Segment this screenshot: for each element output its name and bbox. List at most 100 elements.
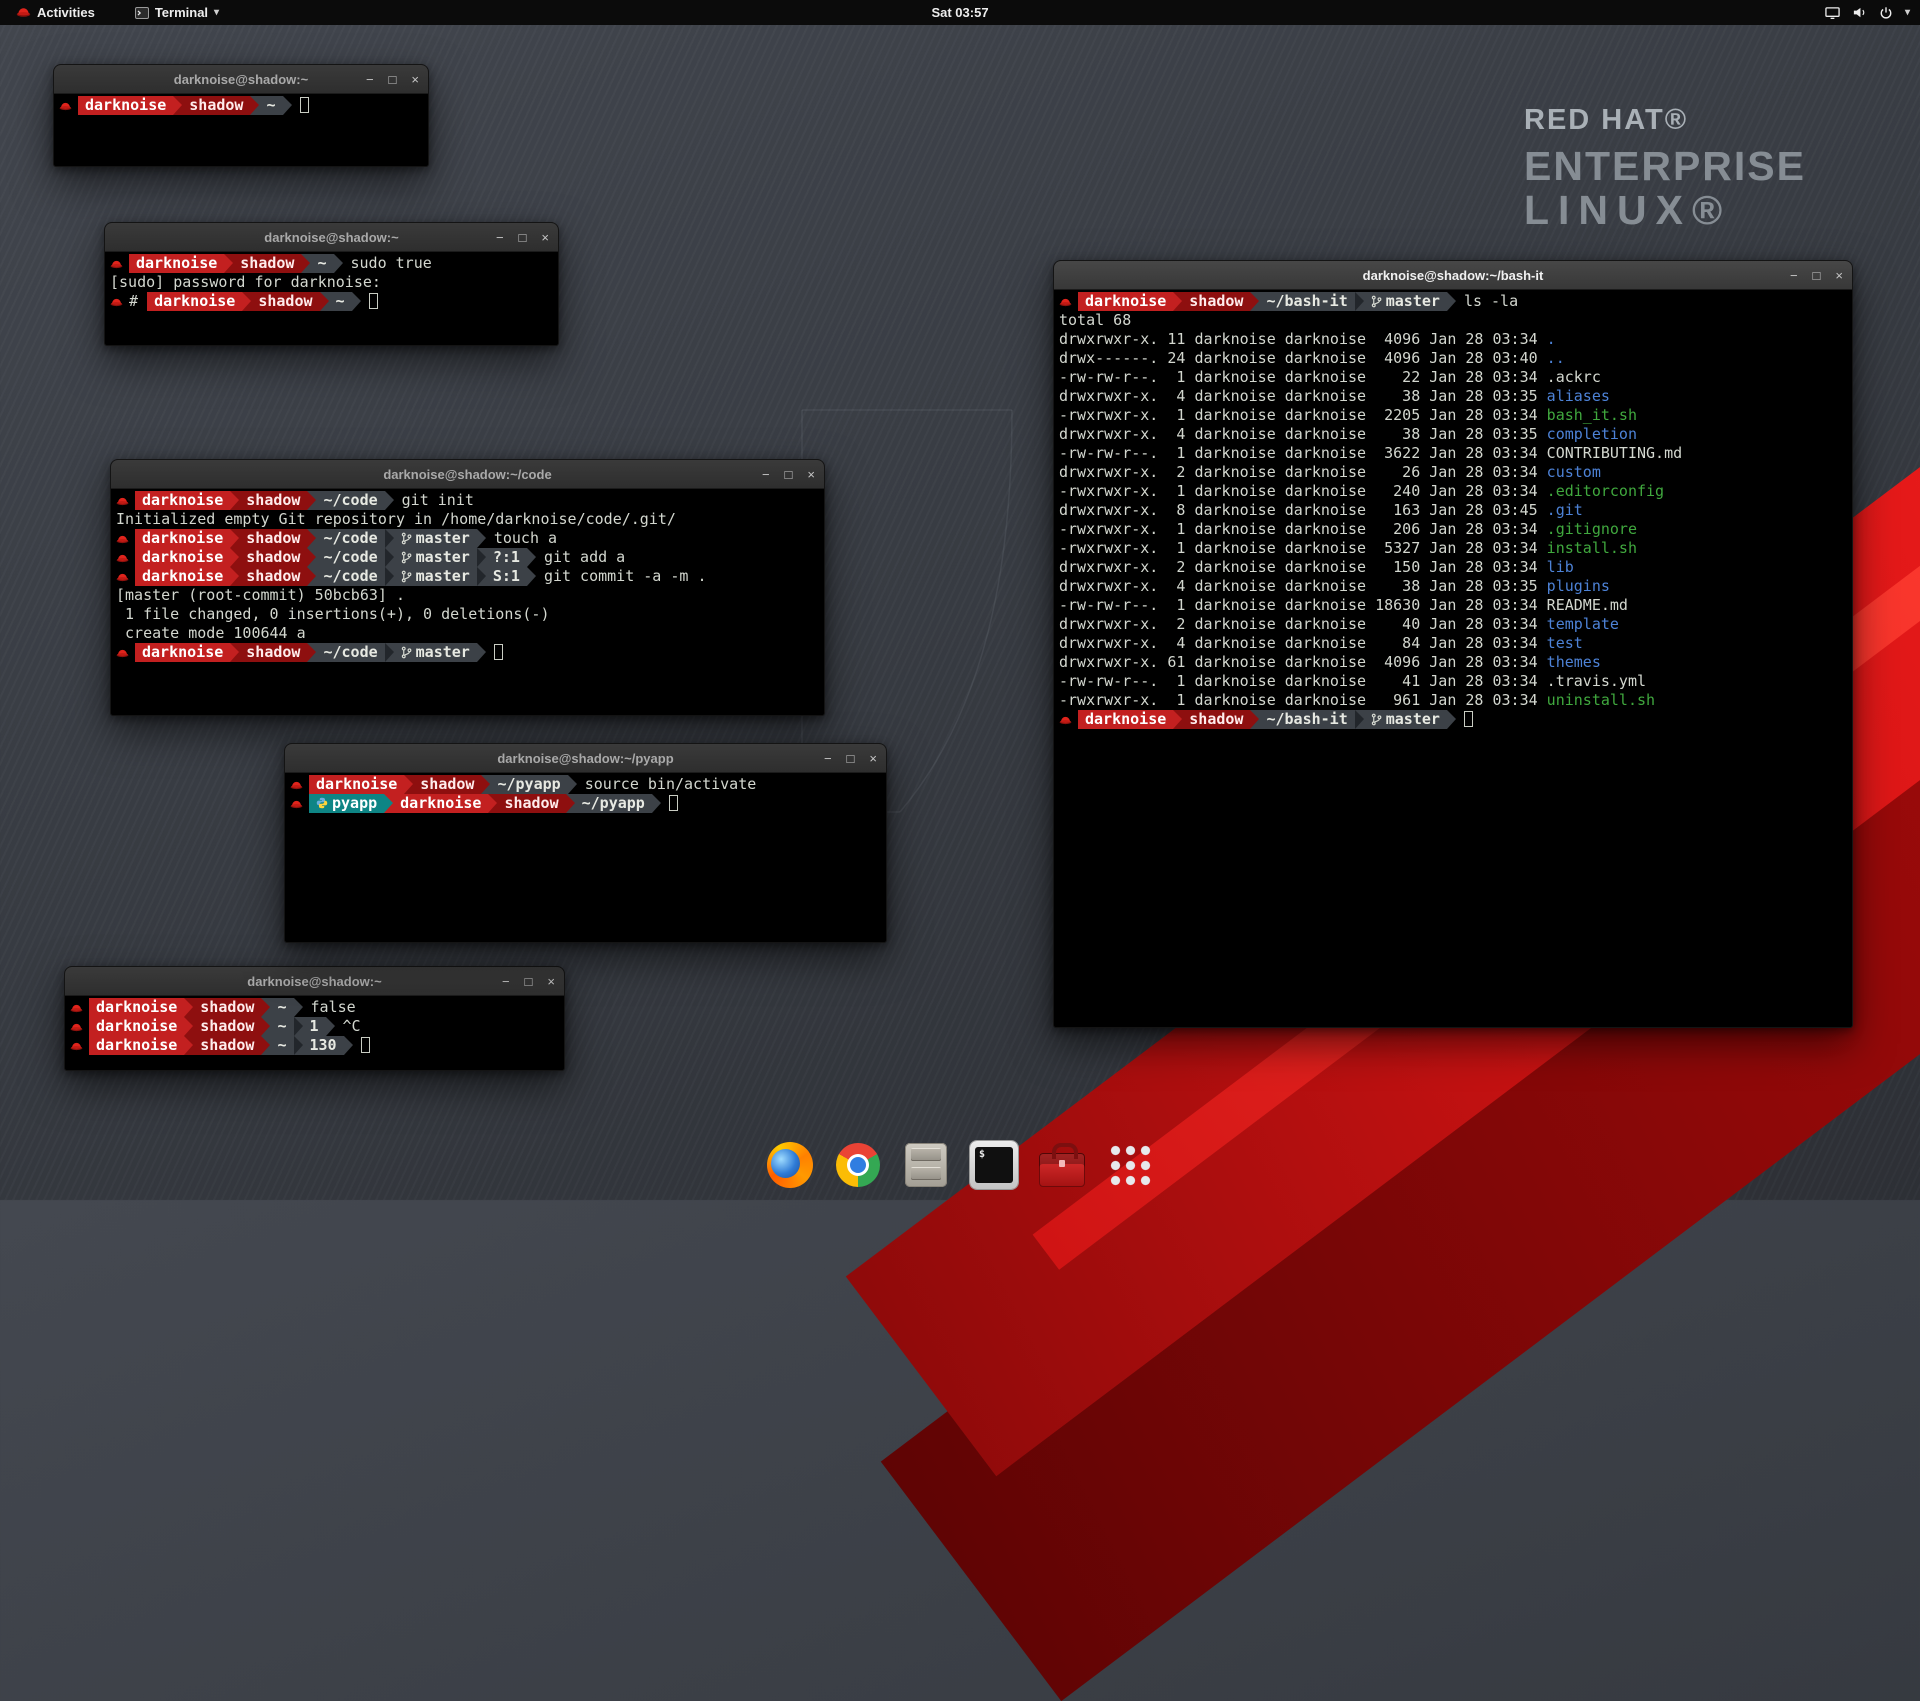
prompt-segment-user: darknoise [89,1017,184,1036]
powerline-arrow-icon [1250,292,1259,311]
close-button[interactable]: × [807,468,815,481]
dock-item-terminal[interactable] [967,1138,1021,1192]
terminal-text: sudo true [351,254,432,273]
maximize-button[interactable]: □ [525,975,533,988]
terminal-row: drwxrwxr-x. 61 darknoise darknoise 4096 … [1059,653,1847,672]
powerline-arrow-icon [527,567,536,586]
powerline-arrow-icon [283,96,292,115]
terminal-sudo-content[interactable]: darknoise shadow ~ sudo true[sudo] password… [105,252,558,345]
prompt-segment-path: ~ [310,254,333,273]
terminal-code-content[interactable]: darknoiseshadow~/codegit initInitialized… [111,489,824,715]
prompt-segment-host: shadow [1182,292,1250,311]
terminal-text: -rwxrwxr-x. 1 darknoise darknoise 5327 J… [1059,539,1547,558]
close-button[interactable]: × [1835,269,1843,282]
terminal-text: -rwxrwxr-x. 1 darknoise darknoise 240 Ja… [1059,482,1547,501]
window-titlebar[interactable]: darknoise@shadow:~ − □ × [54,65,428,94]
maximize-button[interactable]: □ [1813,269,1821,282]
terminal-row: darknoiseshadow~/codegit init [116,491,819,510]
minimize-button[interactable]: − [1790,269,1798,282]
powerline-arrow-icon [566,794,575,813]
window-titlebar[interactable]: darknoise@shadow:~/code−□× [111,460,824,489]
terminal-text: Initialized empty Git repository in /hom… [116,510,676,529]
prompt-segment-path: ~/pyapp [490,775,567,794]
terminal-text: drwxrwxr-x. 4 darknoise darknoise 38 Jan… [1059,425,1547,444]
powerline-arrow-icon [385,491,394,510]
powerline-arrow-icon [477,567,486,586]
terminal-text: -rwxrwxr-x. 1 darknoise darknoise 206 Ja… [1059,520,1547,539]
close-button[interactable]: × [541,231,549,244]
minimize-button[interactable]: − [496,231,504,244]
minimize-button[interactable]: − [366,73,374,86]
terminal-row: darknoiseshadow~/codemaster?:1git add a [116,548,819,567]
terminal-bash-it-content[interactable]: darknoiseshadow~/bash-itmasterls -latota… [1054,290,1852,1027]
powerline-arrow-icon [352,292,361,311]
terminal-row: [sudo] password for darknoise: [110,273,553,292]
terminal-text: bash_it.sh [1547,406,1637,425]
prompt-segment-host: shadow [239,643,307,662]
window-controls: − □ × [1790,261,1843,289]
window-titlebar[interactable]: darknoise@shadow:~/bash-it−□× [1054,261,1852,290]
terminal-pyapp-content[interactable]: darknoiseshadow~/pyappsource bin/activat… [285,773,886,942]
terminal-exitcodes-content[interactable]: darknoiseshadow~falsedarknoiseshadow~1^C… [65,996,564,1070]
terminal-text: drwxrwxr-x. 2 darknoise darknoise 150 Ja… [1059,558,1547,577]
window-titlebar[interactable]: darknoise@shadow:~−□× [65,967,564,996]
activities-label: Activities [37,5,95,20]
powerline-arrow-icon [568,775,577,794]
terminal-row: drwxrwxr-x. 4 darknoise darknoise 38 Jan… [1059,425,1847,444]
close-button[interactable]: × [411,73,419,86]
powerline-arrow-icon [230,491,239,510]
dock-item-toolbox[interactable] [1035,1138,1089,1192]
prompt-segment-host: shadow [251,292,319,311]
terminal-text: .git [1547,501,1583,520]
terminal-home-1-content[interactable]: darknoiseshadow~ [54,94,428,166]
prompt-segment-user: darknoise [135,491,230,510]
terminal-row: Initialized empty Git repository in /hom… [116,510,819,529]
minimize-button[interactable]: − [824,752,832,765]
dock-item-files[interactable] [899,1138,953,1192]
terminal-home-1: darknoise@shadow:~ − □ × darknoiseshadow~ [53,64,429,167]
window-title: darknoise@shadow:~ [174,72,308,87]
maximize-button[interactable]: □ [519,231,527,244]
terminal-text: -rwxrwxr-x. 1 darknoise darknoise 2205 J… [1059,406,1547,425]
clock[interactable]: Sat 03:57 [931,5,988,20]
terminal-row: create mode 100644 a [116,624,819,643]
close-button[interactable]: × [547,975,555,988]
terminal-row: -rwxrwxr-x. 1 darknoise darknoise 961 Ja… [1059,691,1847,710]
window-titlebar[interactable]: darknoise@shadow:~/pyapp−□× [285,744,886,773]
prompt-segment-host: shadow [233,254,301,273]
prompt-segment-branch: master [394,548,477,567]
powerline-arrow-icon [385,643,394,662]
terminal-row: drwxrwxr-x. 4 darknoise darknoise 84 Jan… [1059,634,1847,653]
minimize-button[interactable]: − [502,975,510,988]
redhat-icon [70,1017,87,1036]
maximize-button[interactable]: □ [847,752,855,765]
dock-item-firefox[interactable] [763,1138,817,1192]
close-button[interactable]: × [869,752,877,765]
powerline-arrow-icon [184,998,193,1017]
activities-button[interactable]: Activities [10,0,101,25]
powerline-arrow-icon [477,529,486,548]
dock-item-chrome[interactable] [831,1138,885,1192]
terminal-text: source bin/activate [585,775,757,794]
prompt-segment-path: ~ [259,96,282,115]
powerline-arrow-icon [1250,710,1259,729]
prompt-segment-user: darknoise [135,643,230,662]
prompt-segment-user: darknoise [129,254,224,273]
terminal-text: plugins [1547,577,1610,596]
prompt-segment-venv: pyapp [309,794,384,813]
app-menu-terminal[interactable]: Terminal ▾ [129,0,225,25]
powerline-arrow-icon [261,1017,270,1036]
terminal-cursor [494,644,503,660]
terminal-row: -rw-rw-r--. 1 darknoise darknoise 3622 J… [1059,444,1847,463]
system-status-area[interactable]: ▾ [1825,0,1910,25]
prompt-segment-path: ~/code [316,491,384,510]
maximize-button[interactable]: □ [389,73,397,86]
redhat-icon [116,529,133,548]
dock-item-appgrid[interactable] [1103,1138,1157,1192]
minimize-button[interactable]: − [762,468,770,481]
prompt-segment-path: ~/code [316,548,384,567]
terminal-cursor [361,1037,370,1053]
terminal-row: darknoiseshadow~/bash-itmaster [1059,710,1847,729]
window-titlebar[interactable]: darknoise@shadow:~−□× [105,223,558,252]
maximize-button[interactable]: □ [785,468,793,481]
